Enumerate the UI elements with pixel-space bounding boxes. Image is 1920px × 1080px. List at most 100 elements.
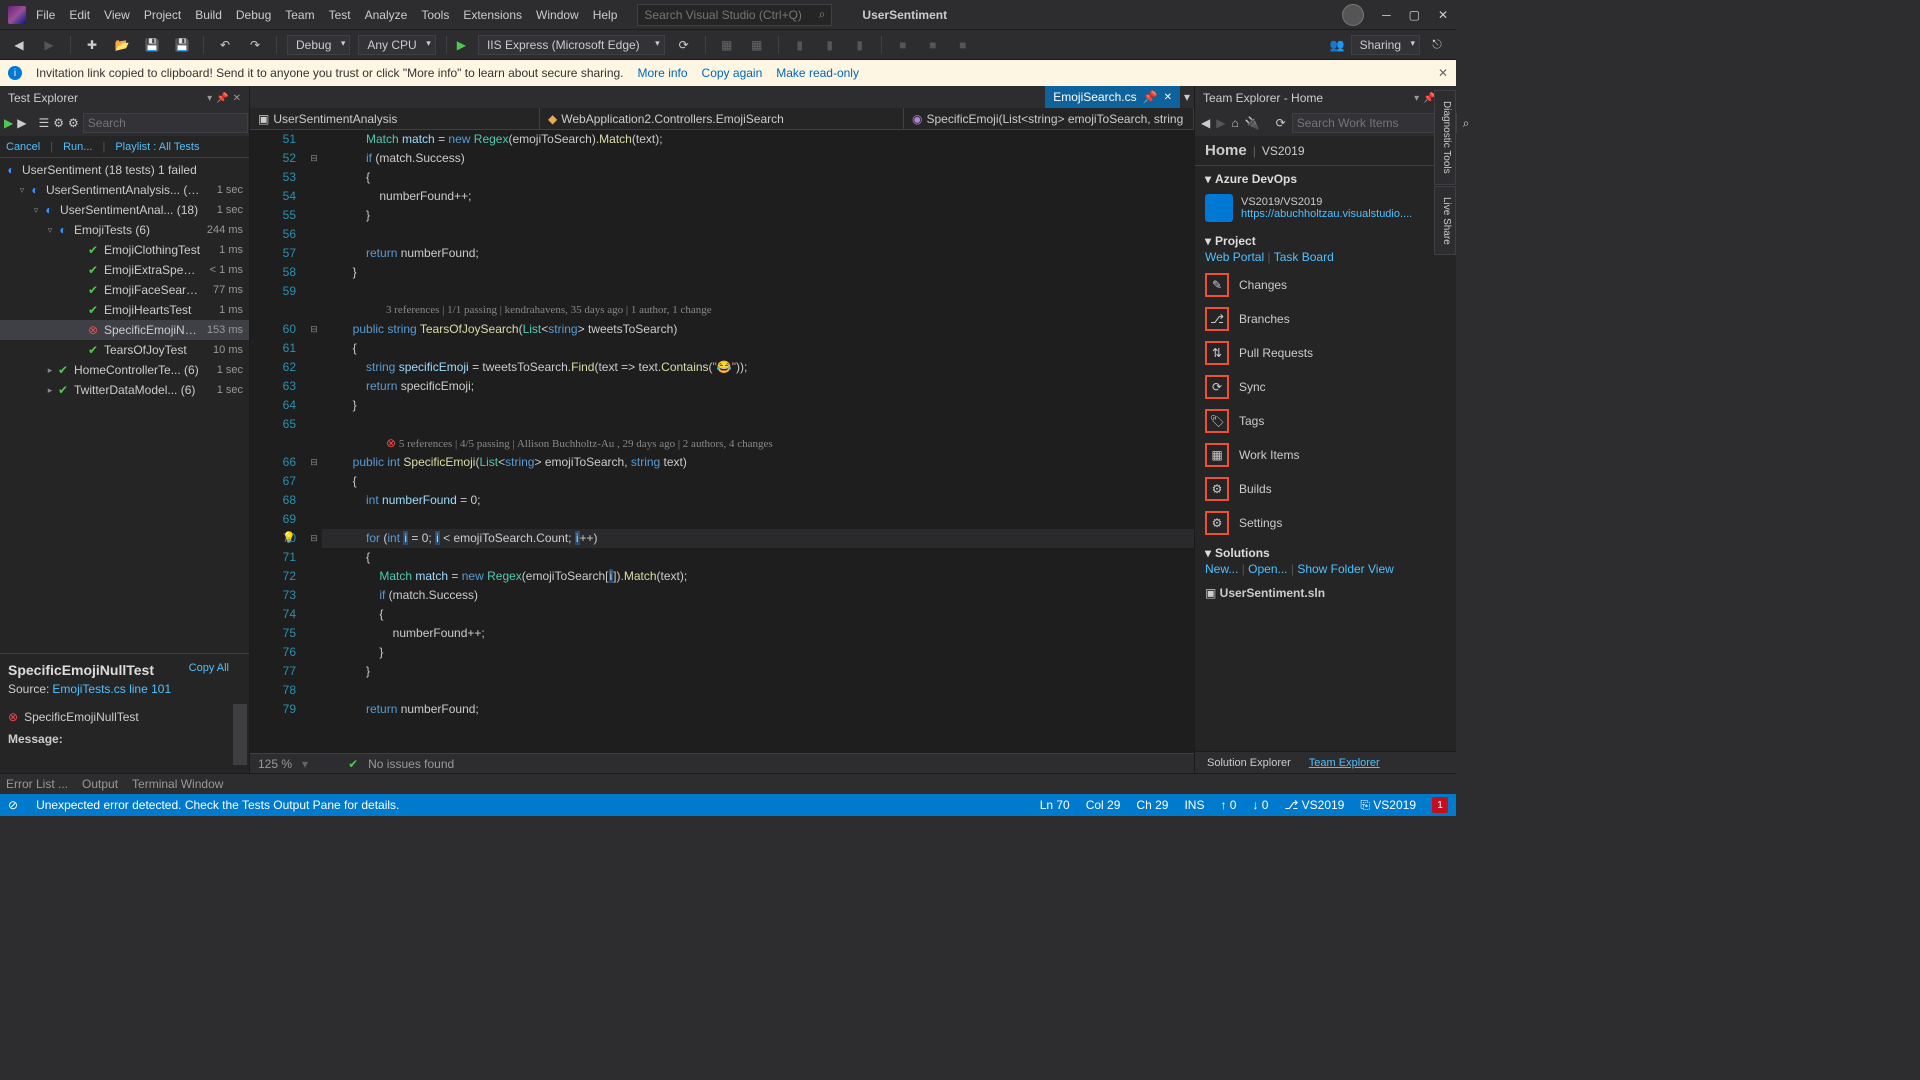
nav-project[interactable]: ▣UserSentimentAnalysis (250, 108, 540, 129)
code-line[interactable]: numberFound++; (322, 624, 1194, 643)
project-tile[interactable]: ⇅Pull Requests (1195, 336, 1456, 370)
code-line[interactable]: return numberFound; (322, 244, 1194, 263)
team-explorer-tab[interactable]: Team Explorer (1301, 757, 1388, 769)
web-portal-link[interactable]: Web Portal (1205, 250, 1264, 264)
solution-row[interactable]: ▣ UserSentiment.sln (1195, 580, 1456, 606)
codelens[interactable]: 3 references | 1/1 passing | kendrahaven… (322, 301, 1194, 320)
search-icon[interactable]: ⌕ (819, 7, 826, 22)
panel-close-icon[interactable]: ✕ (233, 93, 241, 104)
status-repo1[interactable]: ⎇ VS2019 (1284, 798, 1344, 812)
tab-pin-icon[interactable]: 📌 (1143, 90, 1158, 104)
save-icon[interactable]: 💾 (141, 34, 163, 56)
toolbar-icon-8[interactable]: ■ (952, 34, 974, 56)
source-link[interactable]: EmojiTests.cs line 101 (52, 682, 171, 696)
zoom-level[interactable]: 125 % (258, 757, 292, 771)
filter-icon[interactable]: ⚙ (53, 112, 64, 134)
te-home-row[interactable]: Home | VS2019 ▾ (1195, 136, 1456, 166)
project-tile[interactable]: ⎇Branches (1195, 302, 1456, 336)
expand-icon[interactable]: ▸ (44, 365, 56, 376)
test-tree-row[interactable]: ✔EmojiHeartsTest1 ms (0, 300, 249, 320)
toolbar-icon-1[interactable]: ▦ (716, 34, 738, 56)
code-line[interactable] (322, 681, 1194, 700)
code-line[interactable]: { (322, 472, 1194, 491)
code-line[interactable]: { (322, 605, 1194, 624)
panel-pin-icon[interactable]: 📌 (216, 93, 228, 104)
live-share-tab[interactable]: Live Share (1434, 186, 1456, 256)
new-item-icon[interactable]: ✚ (81, 34, 103, 56)
toolbar-icon-3[interactable]: ▮ (789, 34, 811, 56)
code-line[interactable]: string specificEmoji = tweetsToSearch.Fi… (322, 358, 1194, 377)
group-icon[interactable]: ☰ (38, 112, 49, 134)
code-line[interactable] (322, 510, 1194, 529)
codelens[interactable]: ⊗ 5 references | 4/5 passing | Allison B… (322, 434, 1194, 453)
menu-window[interactable]: Window (536, 8, 579, 22)
browser-link-icon[interactable]: ⟳ (673, 34, 695, 56)
status-repo2[interactable]: ⎘ VS2019 (1360, 798, 1416, 813)
config-select[interactable]: Debug (287, 35, 350, 55)
refresh-icon[interactable]: ⟳ (1276, 112, 1286, 134)
test-tree-row[interactable]: ✔EmojiFaceSearchTest77 ms (0, 280, 249, 300)
save-all-icon[interactable]: 💾 (171, 34, 193, 56)
expand-icon[interactable]: ▸ (44, 385, 56, 396)
test-tree-row[interactable]: ▿◐UserSentimentAnal... (18)1 sec (0, 200, 249, 220)
panel-dropdown-icon[interactable]: ▾ (207, 93, 212, 104)
folder-view-link[interactable]: Show Folder View (1297, 562, 1394, 576)
code-line[interactable]: 💡 for (int i = 0; i < emojiToSearch.Coun… (322, 529, 1194, 548)
code-line[interactable] (322, 225, 1194, 244)
code-line[interactable]: } (322, 396, 1194, 415)
maximize-button[interactable]: ▢ (1409, 8, 1420, 22)
work-item-search[interactable] (1292, 113, 1457, 133)
menu-view[interactable]: View (104, 8, 130, 22)
menu-extensions[interactable]: Extensions (463, 8, 522, 22)
menu-analyze[interactable]: Analyze (365, 8, 408, 22)
tab-close-icon[interactable]: ✕ (1164, 92, 1172, 103)
test-tree-row[interactable]: ✔EmojiExtraSpecial...< 1 ms (0, 260, 249, 280)
terminal-tab[interactable]: Terminal Window (132, 777, 223, 791)
make-readonly-link[interactable]: Make read-only (776, 66, 859, 80)
status-dn[interactable]: ↓ 0 (1252, 798, 1268, 812)
quick-launch-input[interactable] (644, 8, 804, 22)
new-link[interactable]: New... (1205, 562, 1238, 576)
user-avatar[interactable] (1342, 4, 1364, 26)
project-tile[interactable]: 🏷Tags (1195, 404, 1456, 438)
output-tab[interactable]: Output (82, 777, 118, 791)
copy-all-link[interactable]: Copy All (189, 662, 229, 674)
detail-scrollbar[interactable] (233, 704, 247, 765)
run-target-select[interactable]: IIS Express (Microsoft Edge) (478, 35, 665, 55)
quick-launch[interactable]: ⌕ (637, 4, 832, 26)
connect-icon[interactable]: 🔌 (1245, 112, 1260, 134)
code-line[interactable]: return numberFound; (322, 700, 1194, 719)
test-search-input[interactable] (83, 113, 248, 133)
collapse-icon[interactable]: ▾ (1205, 234, 1211, 248)
run-icon[interactable]: ▶ (17, 112, 26, 134)
project-tile[interactable]: ✎Changes (1195, 268, 1456, 302)
platform-select[interactable]: Any CPU (358, 35, 435, 55)
nav-class[interactable]: ◆WebApplication2.Controllers.EmojiSearch (540, 108, 904, 129)
collapse-icon[interactable]: ▾ (1205, 546, 1211, 560)
code-line[interactable]: if (match.Success) (322, 149, 1194, 168)
open-icon[interactable]: 📂 (111, 34, 133, 56)
code-line[interactable]: numberFound++; (322, 187, 1194, 206)
expand-icon[interactable]: ▿ (30, 205, 42, 216)
project-tile[interactable]: ▦Work Items (1195, 438, 1456, 472)
run-link[interactable]: Run... (63, 141, 92, 153)
code-line[interactable]: { (322, 168, 1194, 187)
code-line[interactable]: if (match.Success) (322, 586, 1194, 605)
test-tree-row[interactable]: ▸✔TwitterDataModel... (6)1 sec (0, 380, 249, 400)
fold-column[interactable]: ⊟⊟⊟⊟ (306, 130, 322, 753)
notification-badge[interactable]: 1 (1432, 797, 1448, 813)
liveshare-state-icon[interactable]: ⎋ (1426, 34, 1448, 56)
code-line[interactable]: return specificEmoji; (322, 377, 1194, 396)
code-line[interactable] (322, 415, 1194, 434)
code-line[interactable]: } (322, 643, 1194, 662)
menu-build[interactable]: Build (195, 8, 222, 22)
code-area[interactable]: 5152535455565758596061626364656667686970… (250, 130, 1194, 753)
project-tile[interactable]: ⚙Settings (1195, 506, 1456, 540)
settings-gear-icon[interactable]: ⚙ (68, 112, 79, 134)
menu-file[interactable]: File (36, 8, 55, 22)
code-line[interactable]: } (322, 263, 1194, 282)
menu-edit[interactable]: Edit (69, 8, 90, 22)
status-up[interactable]: ↑ 0 (1220, 798, 1236, 812)
task-board-link[interactable]: Task Board (1274, 250, 1334, 264)
code-line[interactable]: Match match = new Regex(emojiToSearch[i]… (322, 567, 1194, 586)
